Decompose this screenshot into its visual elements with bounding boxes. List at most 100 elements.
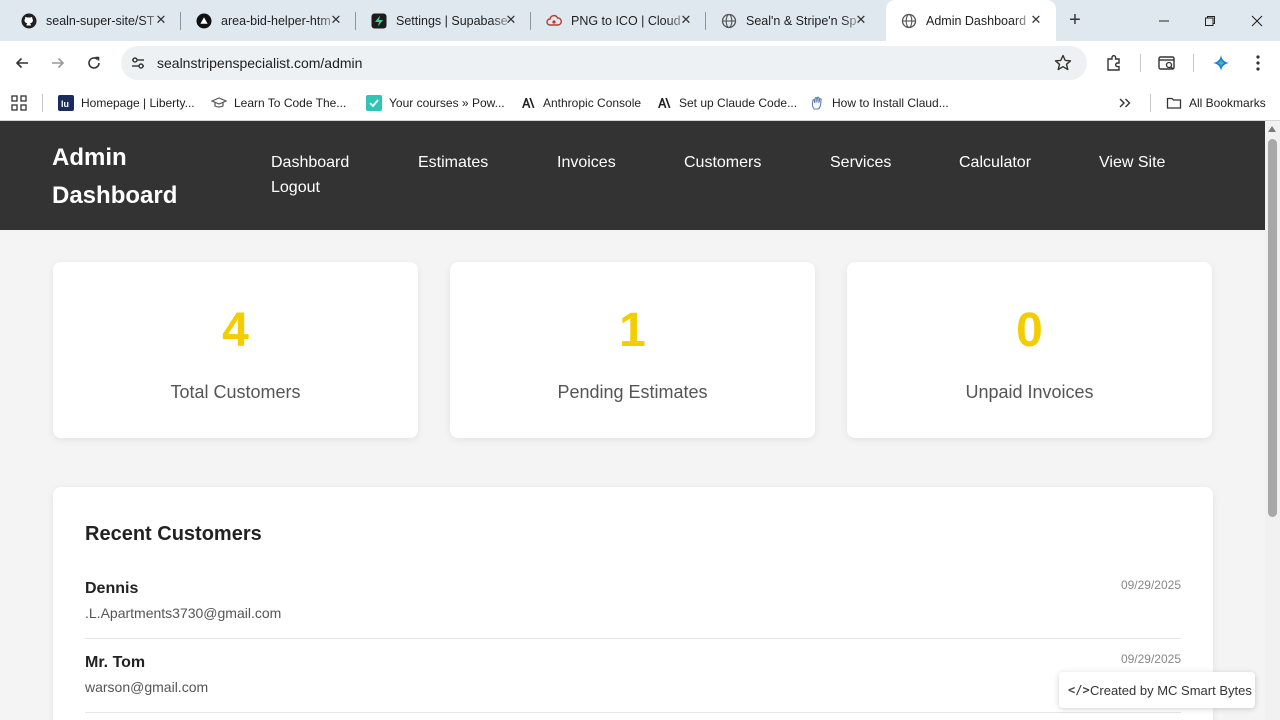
anthropic-icon [520,95,536,111]
back-icon[interactable] [10,51,34,75]
more-menu-icon[interactable] [1247,52,1269,74]
nav-logout[interactable]: Logout [271,179,320,197]
recent-customers-panel: Recent Customers Dennis .L.Apartments373… [53,487,1213,720]
stat-card-total-customers: 4 Total Customers [53,262,418,438]
nav-view-site[interactable]: View Site [1099,154,1165,172]
stat-value: 1 [619,304,646,357]
bookmark-item[interactable]: Set up Claude Code... [656,92,797,114]
bookmark-label: How to Install Claud... [832,96,949,110]
nav-dashboard[interactable]: Dashboard [271,154,349,172]
tab-title: Seal'n & Stripe'n Sp [746,13,857,28]
globe-icon [721,13,737,29]
liberty-icon: lu [58,95,74,111]
vercel-icon [196,13,212,29]
bookmark-label: Anthropic Console [543,96,642,110]
minimize-icon[interactable] [1141,0,1187,41]
bookmark-item[interactable]: How to Install Claud... [809,92,949,114]
bookmark-item[interactable]: Your courses » Pow... [366,92,505,114]
close-icon[interactable]: ✕ [853,12,869,28]
nav-estimates[interactable]: Estimates [418,154,488,172]
tab-separator [42,92,43,114]
customer-name: Dennis [85,580,139,597]
bookmark-item[interactable]: lu Homepage | Liberty... [58,92,195,114]
github-icon [21,13,37,29]
customer-date: 09/29/2025 [1120,652,1181,666]
credit-badge[interactable]: </> Created by MC Smart Bytes [1059,672,1255,708]
forward-icon[interactable] [46,51,70,75]
tab-separator [1150,92,1151,114]
reload-icon[interactable] [82,51,106,75]
scrollbar-thumb[interactable] [1268,139,1277,517]
nav-invoices[interactable]: Invoices [557,154,616,172]
credit-text: Created by MC Smart Bytes [1090,682,1252,698]
scroll-up-icon[interactable] [1268,126,1276,132]
nav-calculator[interactable]: Calculator [959,154,1031,172]
toolbar-divider [1193,54,1194,72]
tab-search-icon[interactable] [1156,52,1178,74]
customer-email: warson@gmail.com [85,679,209,695]
page-title: Admin Dashboard [52,144,178,209]
all-bookmarks-label: All Bookmarks [1189,96,1266,110]
list-item[interactable]: Dennis .L.Apartments3730@gmail.com 09/29… [85,565,1181,639]
browser-toolbar: sealnstripenspecialist.com/admin [0,41,1280,85]
nav-customers[interactable]: Customers [684,154,761,172]
close-icon[interactable]: ✕ [328,12,344,28]
apps-icon[interactable] [11,92,27,114]
globe-icon [901,13,917,29]
close-icon[interactable]: ✕ [503,12,519,28]
browser-tab-strip: sealn-super-site/ST ✕ area-bid-helper-ht… [0,0,1280,41]
stat-card-unpaid-invoices: 0 Unpaid Invoices [847,262,1212,438]
section-title: Recent Customers [85,523,262,545]
tab-admin-dashboard[interactable]: Admin Dashboard ✕ [886,0,1056,41]
new-tab-button[interactable]: + [1064,10,1086,32]
site-header: Admin Dashboard Dashboard Estimates Invo… [0,121,1265,230]
address-bar[interactable]: sealnstripenspecialist.com/admin [121,46,1087,80]
page-viewport: Admin Dashboard Dashboard Estimates Invo… [0,121,1265,720]
extensions-icon[interactable] [1103,52,1125,74]
stat-label: Unpaid Invoices [965,382,1094,402]
restore-icon[interactable] [1187,0,1233,41]
bookmark-star-icon[interactable] [1053,53,1073,73]
stat-card-pending-estimates: 1 Pending Estimates [450,262,815,438]
stat-value: 0 [1016,304,1043,357]
graduation-cap-icon [211,95,227,111]
url-text: sealnstripenspecialist.com/admin [157,55,363,71]
close-icon[interactable]: ✕ [678,12,694,28]
svg-text:lu: lu [61,99,69,109]
stat-value: 4 [222,304,249,357]
window-close-icon[interactable] [1234,0,1280,41]
code-icon: </> [1068,683,1090,697]
cloudconvert-icon [546,13,562,29]
stat-label: Pending Estimates [557,382,708,402]
stat-label: Total Customers [170,382,301,402]
tab-supabase[interactable]: Settings | Supabase ✕ [356,0,531,41]
customer-name: Mr. Tom [85,654,146,671]
tab-title: area-bid-helper-htm [221,13,331,28]
bookmarks-bar: lu Homepage | Liberty... Learn To Code T… [0,85,1280,121]
tab-title: sealn-super-site/ST [46,13,155,28]
list-item[interactable]: Mr. Tom warson@gmail.com 09/29/2025 [85,639,1181,713]
courses-icon [366,95,382,111]
all-bookmarks-button[interactable]: All Bookmarks [1166,92,1266,114]
tab-title: Settings | Supabase [396,13,508,28]
bookmark-item[interactable]: Anthropic Console [520,92,641,114]
page-scrollbar[interactable] [1265,121,1280,720]
folder-icon [1166,95,1182,111]
hand-icon [809,95,825,111]
customer-email: .L.Apartments3730@gmail.com [85,605,282,621]
gemini-icon[interactable] [1210,52,1232,74]
site-settings-icon[interactable] [129,54,147,72]
chevron-double-right-icon[interactable] [1117,92,1133,114]
close-icon[interactable]: ✕ [153,12,169,28]
tab-github[interactable]: sealn-super-site/ST ✕ [6,0,181,41]
bookmark-item[interactable]: Learn To Code The... [211,92,346,114]
toolbar-divider [1140,54,1141,72]
tab-vercel[interactable]: area-bid-helper-htm ✕ [181,0,356,41]
nav-services[interactable]: Services [830,154,891,172]
bookmark-label: Your courses » Pow... [389,96,505,110]
bookmark-label: Homepage | Liberty... [81,96,195,110]
tab-cloudconvert[interactable]: PNG to ICO | Cloud ✕ [531,0,706,41]
close-icon[interactable]: ✕ [1028,12,1044,28]
bookmark-label: Learn To Code The... [234,96,347,110]
tab-sealn-site[interactable]: Seal'n & Stripe'n Sp ✕ [706,0,881,41]
